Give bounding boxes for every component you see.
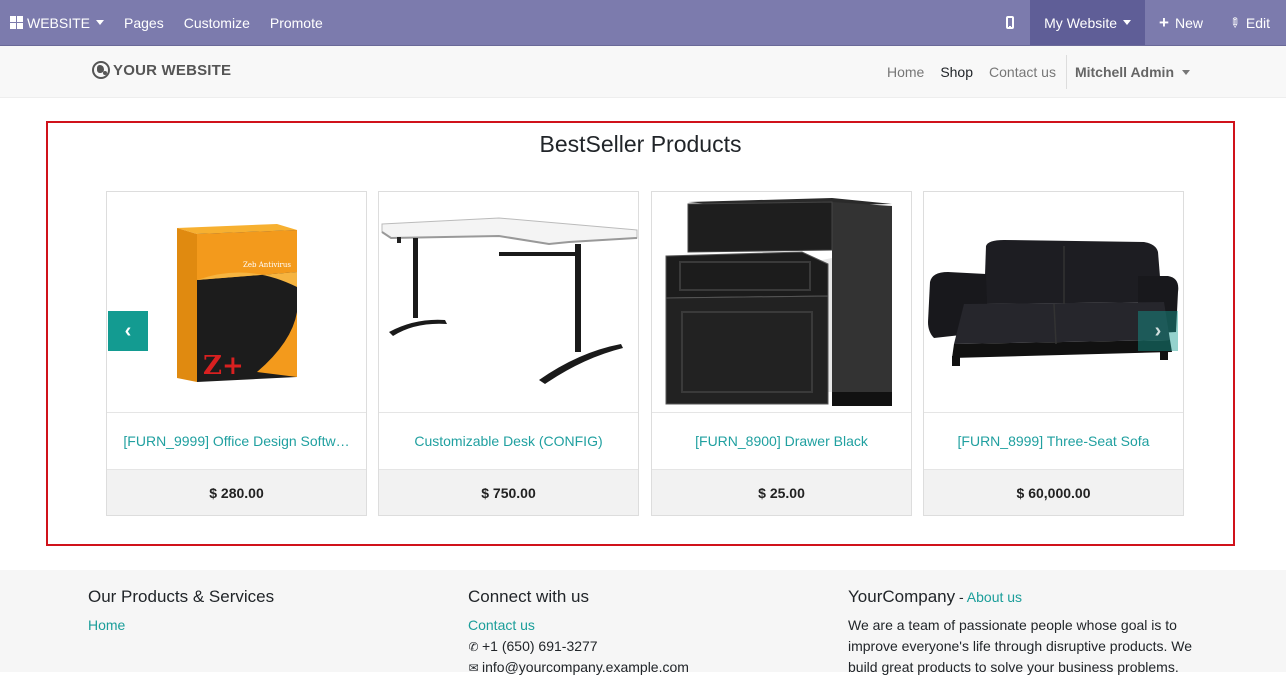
site-logo-text: YOUR WEBSITE [113, 61, 232, 79]
editor-menu-left: WEBSITE Pages Customize Promote [0, 0, 333, 45]
product-name-link[interactable]: [FURN_8900] Drawer Black [652, 413, 911, 470]
plus-icon: + [1159, 13, 1169, 32]
apps-menu-label: WEBSITE [27, 14, 91, 31]
product-name-link[interactable]: [FURN_9999] Office Design Softw… [107, 413, 366, 470]
chevron-right-icon: › [1154, 319, 1162, 342]
sofa-image [928, 240, 1179, 366]
site-navigation: Home Shop Contact us Mitchell Admin [879, 46, 1286, 98]
drawer-cabinet-image [665, 198, 892, 406]
user-menu[interactable]: Mitchell Admin [1065, 55, 1286, 89]
edit-button[interactable]: ✎ Edit [1217, 0, 1286, 45]
footer-connect-column: Connect with us Contact us ✆ +1 (650) 691… [468, 587, 788, 678]
product-image[interactable]: Zeb Antivirus Z+ [107, 192, 366, 413]
footer-products-column: Our Products & Services Home [88, 587, 388, 636]
globe-icon [92, 61, 110, 79]
footer-phone-number: +1 (650) 691-3277 [482, 638, 598, 654]
apps-grid-icon [10, 16, 23, 29]
carousel-next-button[interactable]: › [1138, 311, 1178, 351]
nav-shop[interactable]: Shop [932, 64, 981, 80]
product-image[interactable] [652, 192, 911, 413]
product-card[interactable]: Zeb Antivirus Z+ [FURN_9999] Office Desi… [106, 191, 367, 516]
footer-products-title: Our Products & Services [88, 587, 275, 606]
snippet-title: BestSeller Products [539, 131, 742, 157]
product-card[interactable]: Customizable Desk (CONFIG) $ 750.00 [378, 191, 639, 516]
chevron-left-icon: ‹ [124, 319, 132, 342]
mobile-phone-icon [1006, 16, 1015, 29]
nav-home[interactable]: Home [879, 64, 932, 80]
footer-email-address: info@yourcompany.example.com [482, 659, 689, 675]
envelope-icon: ✉ [468, 661, 479, 675]
box-text-top: Zeb Antivirus [243, 261, 291, 269]
product-price: $ 750.00 [379, 470, 638, 515]
website-header: YOUR WEBSITE Home Shop Contact us Mitche… [0, 46, 1286, 98]
box-text-bottom: Z+ [203, 351, 244, 381]
footer-phone: ✆ +1 (650) 691-3277 [468, 636, 788, 657]
editor-top-bar: WEBSITE Pages Customize Promote My Websi… [0, 0, 1286, 46]
caret-down-icon [1182, 69, 1190, 75]
product-name-link[interactable]: [FURN_8999] Three-Seat Sofa [924, 413, 1183, 470]
footer-connect-title: Connect with us [468, 587, 589, 606]
footer-company-title: YourCompany - About us [848, 587, 1198, 607]
footer-company-text: We are a team of passionate people whose… [848, 617, 1193, 675]
nav-contact-us[interactable]: Contact us [981, 64, 1064, 80]
new-label: New [1174, 14, 1203, 31]
edit-label: Edit [1245, 14, 1270, 31]
footer-email[interactable]: ✉ info@yourcompany.example.com [468, 657, 788, 678]
footer-company-column: YourCompany - About us We are a team of … [848, 587, 1198, 678]
product-card[interactable]: [FURN_8900] Drawer Black $ 25.00 [651, 191, 912, 516]
new-button[interactable]: + New [1145, 0, 1217, 45]
phone-icon: ✆ [468, 640, 479, 654]
product-price: $ 280.00 [107, 470, 366, 515]
software-box-image: Zeb Antivirus Z+ [177, 224, 297, 382]
caret-down-icon [1123, 20, 1132, 25]
product-price: $ 25.00 [652, 470, 911, 515]
product-image[interactable] [924, 192, 1183, 413]
bestseller-snippet[interactable]: BestSeller Products Zeb Antivirus Z+ [FU… [46, 121, 1235, 546]
apps-menu-button[interactable]: WEBSITE [0, 0, 114, 45]
caret-down-icon [96, 20, 105, 25]
site-logo[interactable]: YOUR WEBSITE [92, 61, 231, 79]
mobile-preview-button[interactable] [990, 0, 1030, 45]
editor-menu-right: My Website + New ✎ Edit [990, 0, 1286, 45]
carousel-prev-button[interactable]: ‹ [108, 311, 148, 351]
footer-company-name: YourCompany [848, 587, 956, 606]
customize-menu[interactable]: Customize [174, 0, 260, 45]
desk-image [381, 217, 638, 384]
promote-menu[interactable]: Promote [260, 0, 333, 45]
user-name: Mitchell Admin [1074, 64, 1174, 80]
product-name-link[interactable]: Customizable Desk (CONFIG) [379, 413, 638, 470]
site-footer: Our Products & Services Home Connect wit… [0, 570, 1286, 675]
footer-home-link[interactable]: Home [88, 615, 388, 636]
footer-title-separator: - [955, 589, 967, 605]
footer-about-link[interactable]: About us [967, 589, 1022, 605]
website-selector-label: My Website [1044, 14, 1118, 31]
product-image[interactable] [379, 192, 638, 413]
pencil-icon: ✎ [1225, 12, 1244, 32]
pages-menu[interactable]: Pages [114, 0, 174, 45]
website-selector[interactable]: My Website [1030, 0, 1146, 45]
product-card[interactable]: [FURN_8999] Three-Seat Sofa $ 60,000.00 [923, 191, 1184, 516]
product-price: $ 60,000.00 [924, 470, 1183, 515]
footer-contact-link[interactable]: Contact us [468, 615, 788, 636]
